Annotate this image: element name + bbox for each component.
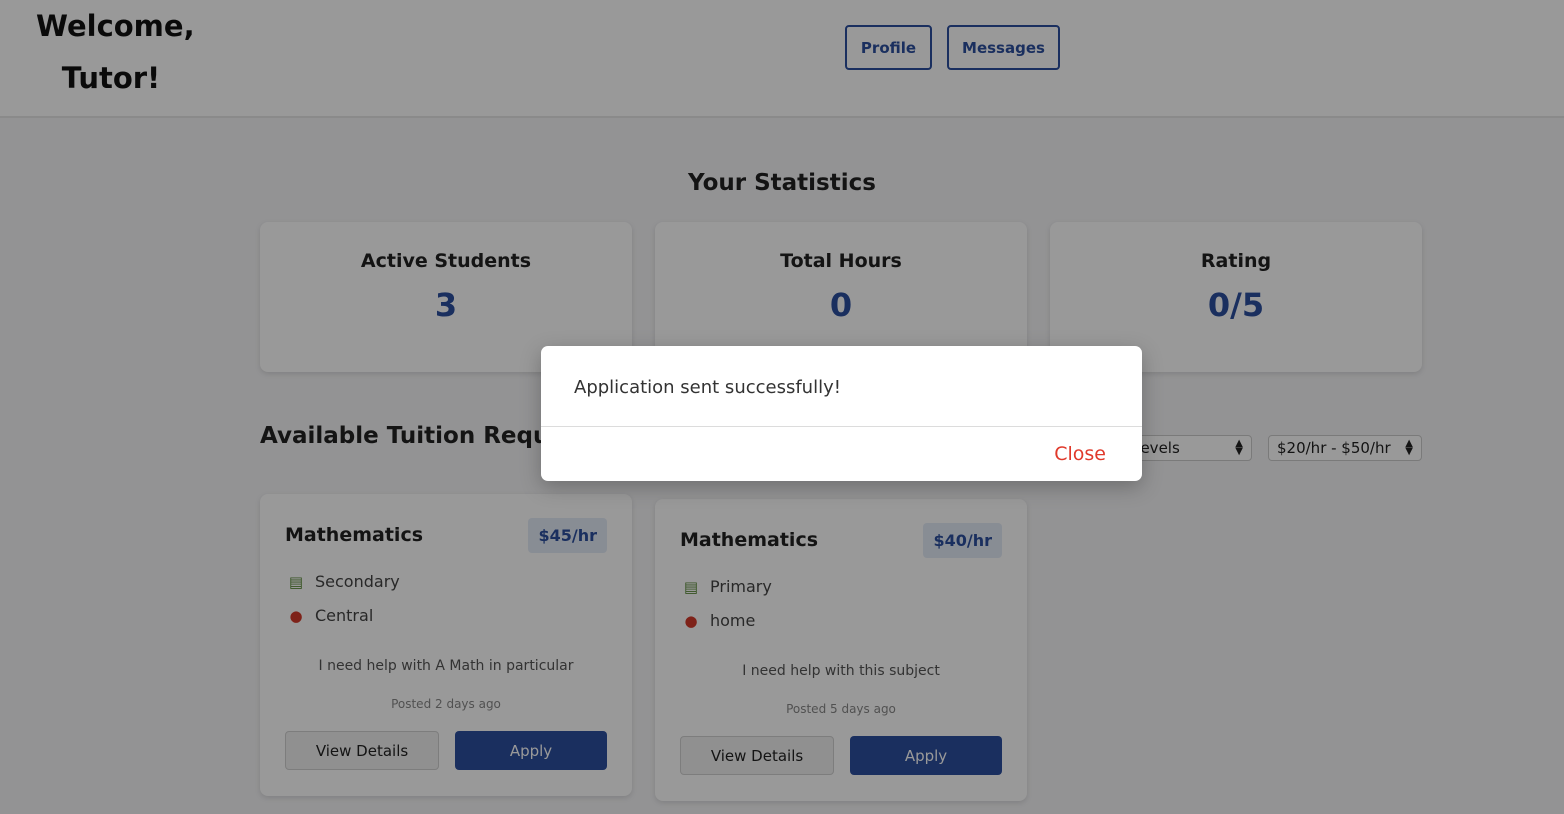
dialog-message: Application sent successfully! [574, 377, 841, 398]
success-dialog: Application sent successfully! Close [541, 346, 1142, 481]
close-button[interactable]: Close [1054, 443, 1106, 465]
dialog-divider [541, 426, 1142, 427]
